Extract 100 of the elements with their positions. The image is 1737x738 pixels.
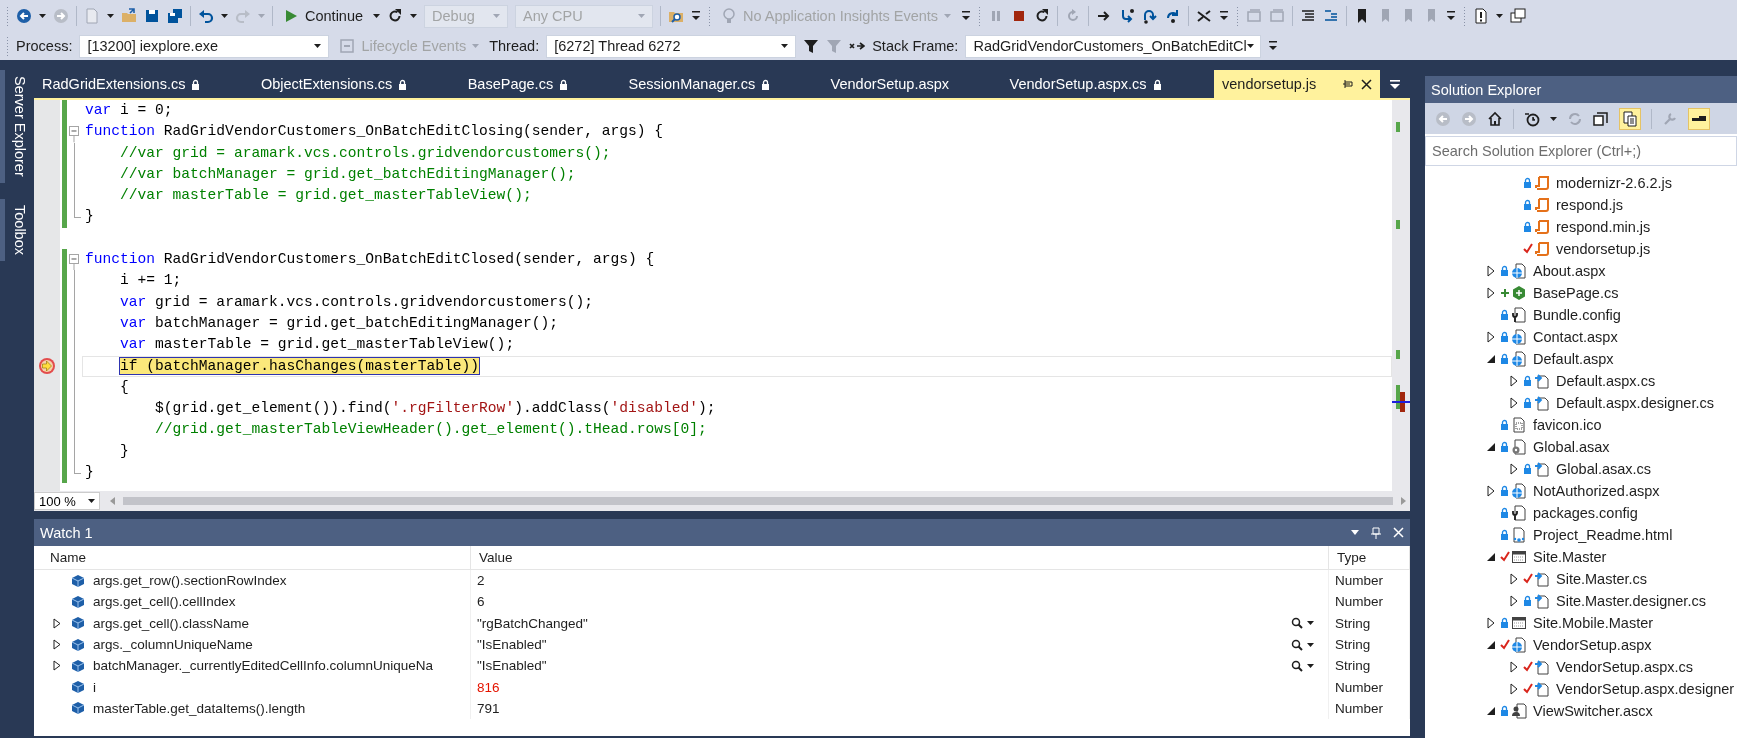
caret-icon[interactable] [1307,621,1314,626]
expand-arrow-icon[interactable] [1509,573,1519,585]
open-folder-icon[interactable] [121,8,137,24]
search-icon[interactable] [1291,638,1303,651]
expand-arrow-icon[interactable] [1486,331,1496,343]
expand-arrow-icon[interactable] [1486,617,1496,629]
expand-arrow-icon[interactable] [53,639,62,651]
caret-icon[interactable] [107,14,114,18]
caret-icon[interactable] [221,14,228,18]
file-name[interactable]: Default.aspx.designer.cs [1556,395,1714,411]
show-all-files-button[interactable] [1619,107,1641,130]
caret-icon[interactable] [314,44,322,48]
document-tab[interactable]: VendorSetup.aspx.cs [1001,70,1214,98]
file-name[interactable]: Contact.aspx [1533,329,1618,345]
file-name[interactable]: Bundle.config [1533,307,1621,323]
caret-icon[interactable] [373,14,381,18]
file-name[interactable]: vendorsetup.js [1556,241,1651,257]
document-tab[interactable]: vendorsetup.js [1214,70,1380,98]
expand-arrow-icon[interactable] [1509,661,1519,673]
undo-icon[interactable] [198,8,214,24]
search-icon[interactable] [1291,659,1303,672]
history-icon[interactable] [1524,110,1540,127]
stack-frame-dropdown[interactable]: RadGridVendorCustomers_OnBatchEditCl [965,34,1262,58]
collapse-arrow-icon[interactable] [1486,639,1496,651]
document-tab[interactable]: RadGridExtensions.cs [34,70,253,98]
file-name[interactable]: favicon.ico [1533,417,1602,433]
thread-dropdown[interactable]: [6272] Thread 6272 [546,34,797,58]
overflow-icon[interactable] [1268,41,1279,51]
file-name[interactable]: Global.asax.cs [1556,461,1652,477]
document-tab[interactable]: SessionManager.cs [620,70,823,98]
step-over-icon[interactable] [1142,8,1159,24]
caret-icon[interactable] [410,14,418,18]
file-name[interactable]: About.aspx [1533,263,1606,279]
caret-icon[interactable] [39,14,46,18]
column-header[interactable]: Type [1329,546,1410,570]
collapse-arrow-icon[interactable] [1486,705,1496,717]
format-icon[interactable] [1323,8,1340,24]
file-name[interactable]: modernizr-2.6.2.js [1556,175,1673,191]
back-icon[interactable] [16,8,32,24]
expand-arrow-icon[interactable] [1509,375,1519,387]
overflow-icon[interactable] [961,11,972,21]
file-name[interactable]: ViewSwitcher.ascx [1533,703,1653,719]
expand-arrow-icon[interactable] [1509,683,1519,695]
overflow-icon[interactable] [1446,11,1457,21]
column-header[interactable]: Name [34,546,471,570]
file-name[interactable]: BasePage.cs [1533,285,1619,301]
caret-icon[interactable] [781,44,789,48]
expand-arrow-icon[interactable] [1486,485,1496,497]
file-name[interactable]: respond.min.js [1556,219,1651,235]
save-icon[interactable] [144,8,160,24]
step-into-icon[interactable] [1119,8,1136,24]
file-name[interactable]: Default.aspx.cs [1556,373,1656,389]
pin-icon[interactable] [1341,79,1353,89]
file-name[interactable]: Site.Master.designer.cs [1556,593,1706,609]
continue-button[interactable]: Continue [280,6,367,26]
search-icon[interactable] [1291,617,1303,630]
vertical-scrollbar[interactable] [1392,100,1410,491]
file-name[interactable]: Default.aspx [1533,351,1614,367]
process-dropdown[interactable]: [13200] iexplore.exe [79,34,330,58]
document-tab[interactable]: VendorSetup.aspx [822,70,1002,98]
collapse-arrow-icon[interactable] [1486,551,1496,563]
indent-icon[interactable] [1300,8,1317,24]
caret-icon[interactable] [88,499,95,503]
file-name[interactable]: packages.config [1533,505,1638,521]
home-icon[interactable] [1487,110,1503,127]
tab-list-icon[interactable] [1390,79,1400,89]
document-tab[interactable]: ObjectExtensions.cs [252,70,460,98]
zoom-dropdown[interactable]: 100 % [34,492,100,510]
file-name[interactable]: respond.js [1556,197,1623,213]
expand-arrow-icon[interactable] [53,660,62,672]
collapse-arrow-icon[interactable] [1486,353,1496,365]
search-field[interactable]: Search Solution Explorer (Ctrl+;) [1425,136,1737,166]
filter-icon[interactable] [803,38,820,54]
file-name[interactable]: Site.Master.cs [1556,571,1648,587]
caret-icon[interactable] [1496,14,1504,18]
preview-button[interactable] [1688,107,1710,130]
crossed-arrows-icon[interactable] [1196,8,1213,24]
expand-arrow-icon[interactable] [53,617,62,629]
file-name[interactable]: Site.Mobile.Master [1533,615,1654,631]
column-header[interactable]: Value [471,546,1329,570]
windows-icon[interactable] [1510,8,1527,24]
overflow-icon[interactable] [1219,11,1230,21]
caret-icon[interactable] [1550,116,1557,121]
restart-icon[interactable] [1034,8,1051,24]
expand-arrow-icon[interactable] [1509,463,1519,475]
collapse-arrow-icon[interactable] [1486,441,1496,453]
expand-arrow-icon[interactable] [1509,595,1519,607]
dropdown-icon[interactable] [1351,530,1359,535]
exception-icon[interactable] [1473,8,1490,24]
expand-arrow-icon[interactable] [1486,265,1496,277]
file-name[interactable]: Global.asax [1533,439,1610,455]
file-name[interactable]: VendorSetup.aspx.cs [1556,659,1694,675]
file-name[interactable]: Project_Readme.html [1533,527,1673,543]
save-all-icon[interactable] [167,8,183,24]
expand-arrow-icon[interactable] [1486,287,1496,299]
file-name[interactable]: VendorSetup.aspx.designer [1556,681,1735,697]
expand-arrow-icon[interactable] [1509,397,1519,409]
caret-icon[interactable] [1246,44,1254,48]
document-tab[interactable]: BasePage.cs [459,70,621,98]
restart-icon[interactable] [387,8,404,24]
